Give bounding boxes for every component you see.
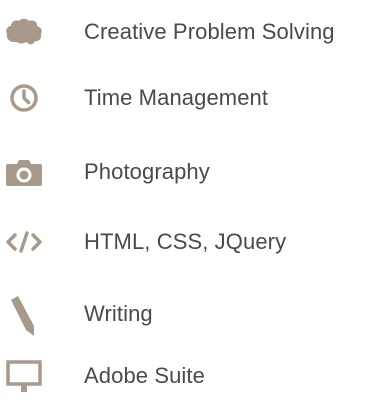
pencil-icon bbox=[4, 290, 44, 338]
skill-label: Adobe Suite bbox=[84, 363, 205, 388]
skill-label: Creative Problem Solving bbox=[84, 19, 335, 44]
code-icon bbox=[4, 218, 44, 266]
skill-item-time-management: Time Management bbox=[0, 74, 380, 122]
brain-icon bbox=[4, 8, 44, 56]
monitor-icon bbox=[4, 352, 44, 400]
skill-label: Photography bbox=[84, 159, 210, 184]
skill-item-photography: Photography bbox=[0, 148, 380, 196]
skill-item-adobe-suite: Adobe Suite bbox=[0, 352, 380, 400]
clock-icon bbox=[4, 74, 44, 122]
skill-item-writing: Writing bbox=[0, 290, 380, 338]
skill-label: Time Management bbox=[84, 85, 269, 110]
camera-icon bbox=[4, 148, 44, 196]
skill-item-creative-problem-solving: Creative Problem Solving bbox=[0, 8, 380, 56]
skill-item-html-css-jquery: HTML, CSS, JQuery bbox=[0, 218, 380, 266]
skill-label: HTML, CSS, JQuery bbox=[84, 229, 287, 254]
skill-label: Writing bbox=[84, 301, 153, 326]
